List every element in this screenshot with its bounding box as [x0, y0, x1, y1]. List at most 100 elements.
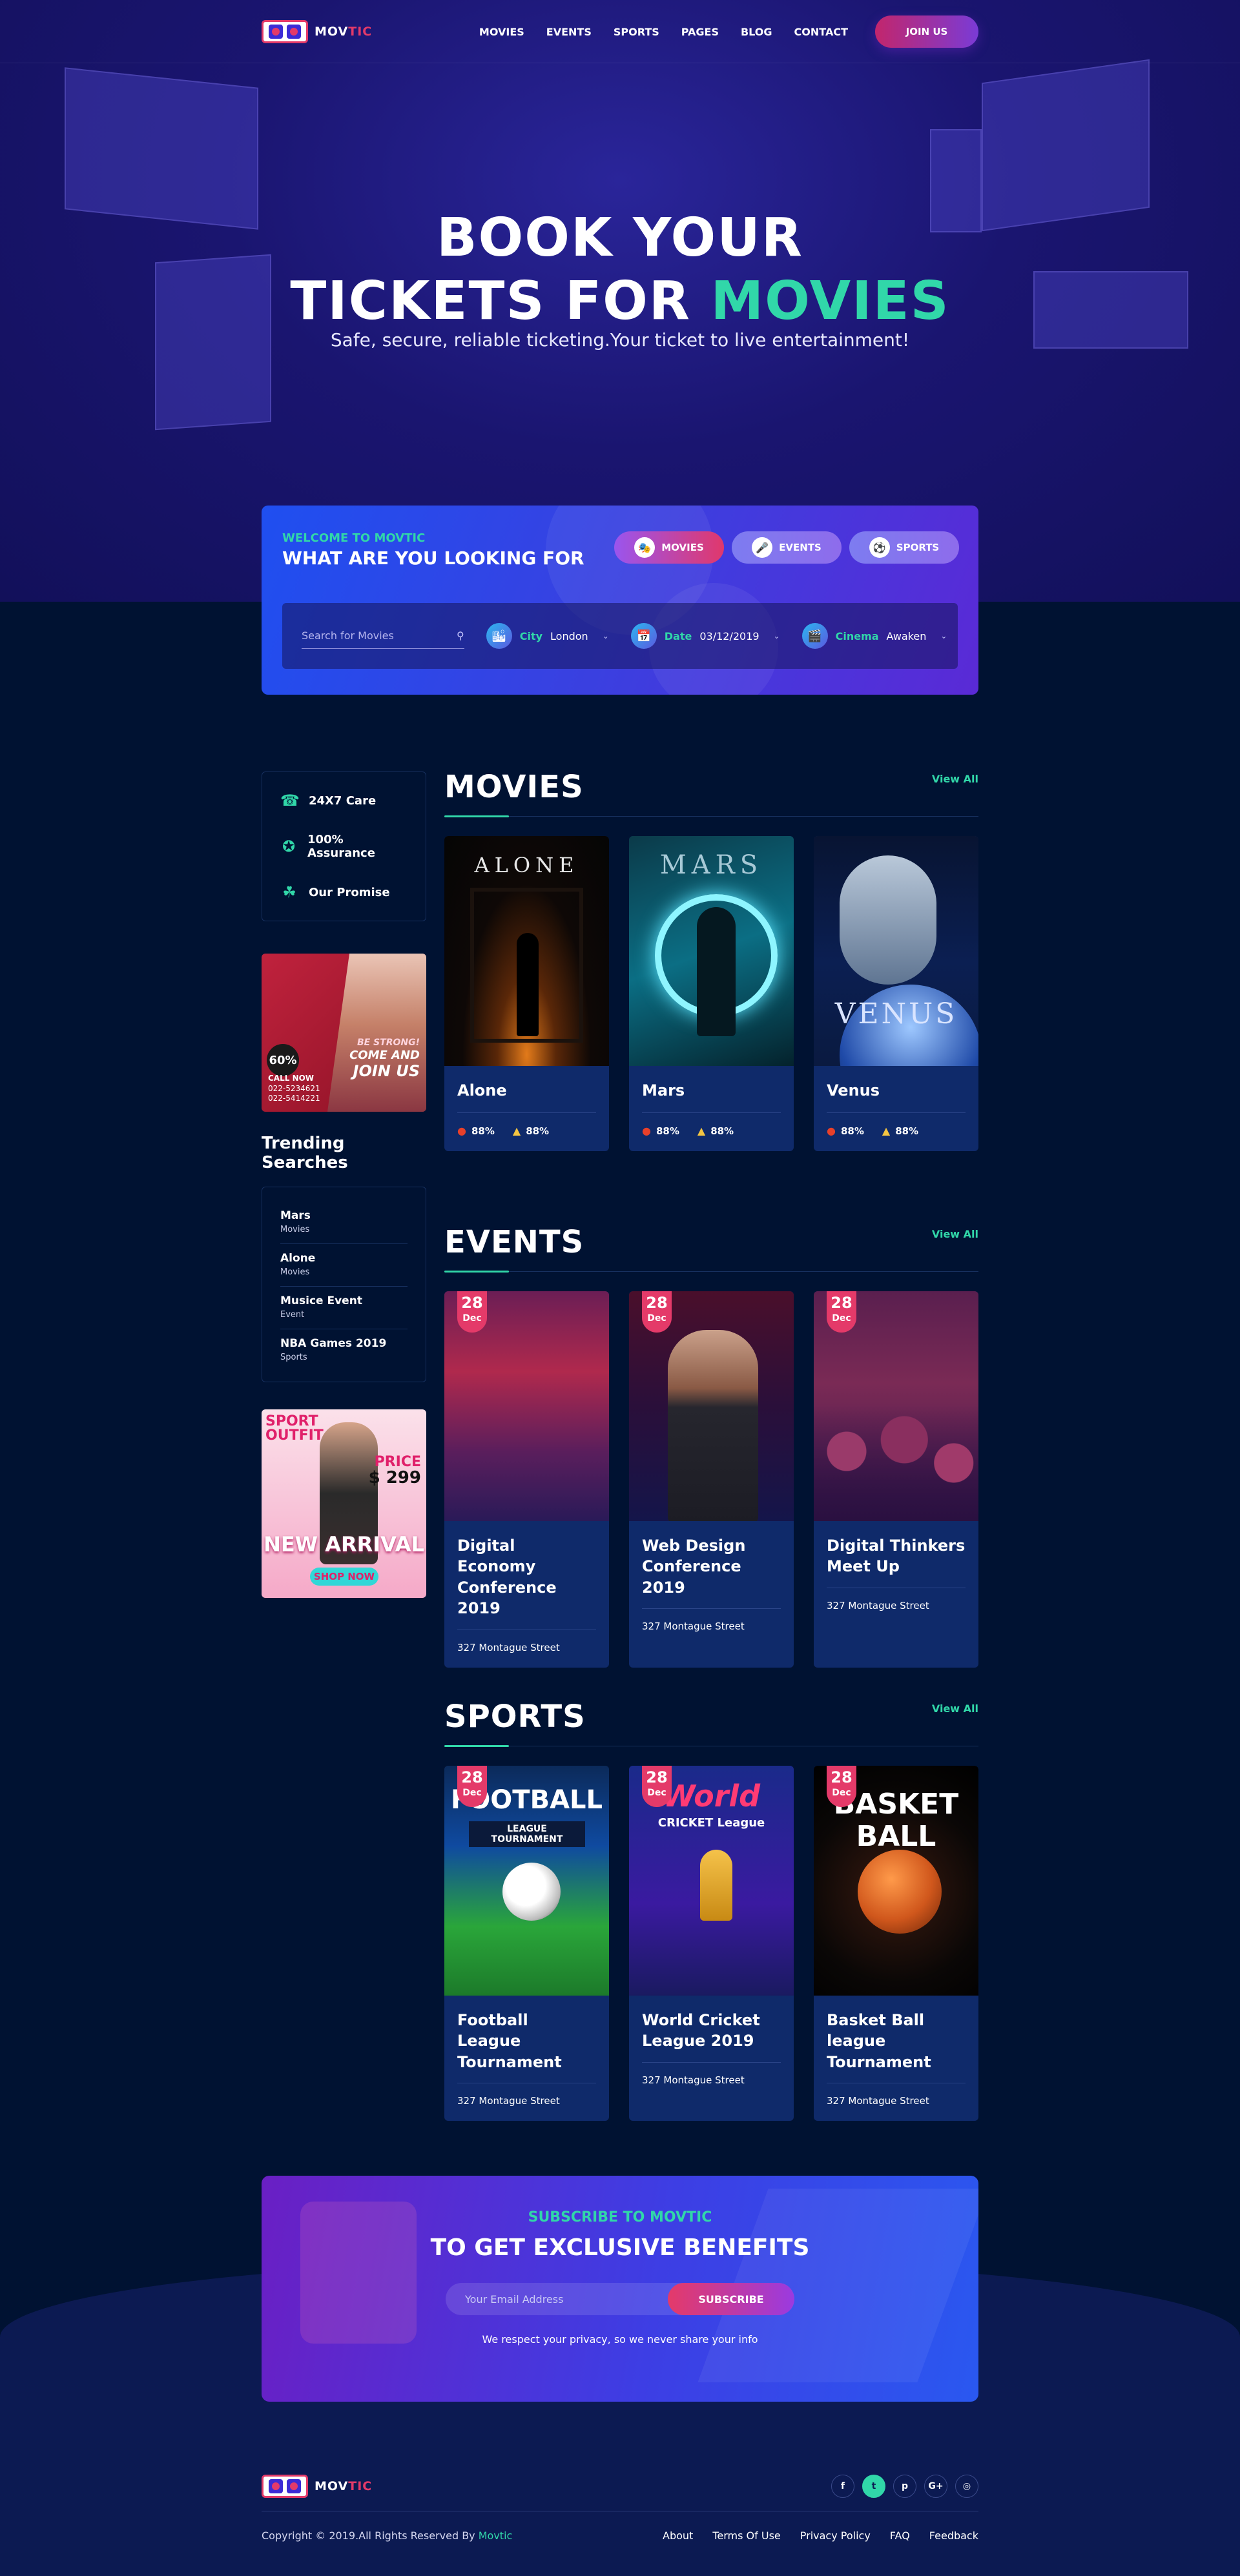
copyright-brand-link[interactable]: Movtic [479, 2530, 513, 2542]
newsletter-pretitle: SUBSCRIBE TO MOVTIC [528, 2209, 712, 2225]
sport-poster[interactable]: BASKET BALL 28 Dec [814, 1766, 978, 1996]
facebook-icon[interactable]: f [831, 2474, 854, 2498]
shop-now-button[interactable]: SHOP NOW [310, 1568, 378, 1586]
event-card[interactable]: 28 Dec Digital Economy Conference 2019 32… [444, 1291, 609, 1668]
cinema-value: Awaken [886, 629, 927, 642]
trending-item[interactable]: Mars Movies [280, 1201, 408, 1244]
movie-poster[interactable]: VENUS [814, 836, 978, 1066]
event-title[interactable]: Digital Thinkers Meet Up [827, 1535, 966, 1577]
event-card[interactable]: 28 Dec Web Design Conference 2019 327 Mon… [629, 1291, 794, 1668]
sport-cards: FOOTBALL LEAGUE TOURNAMENT 28 Dec Footbal… [444, 1766, 978, 2121]
tab-sports[interactable]: ⚽ SPORTS [849, 531, 959, 564]
city-icon: 🏙 [486, 623, 512, 649]
movie-poster[interactable]: ALONE [444, 836, 609, 1066]
sport-card[interactable]: FOOTBALL LEAGUE TOURNAMENT 28 Dec Footbal… [444, 1766, 609, 2121]
sport-title[interactable]: World Cricket League 2019 [642, 2010, 781, 2052]
sport-title[interactable]: Football League Tournament [457, 2010, 596, 2072]
cinema-icon: 🎬 [801, 623, 828, 649]
nav-contact[interactable]: CONTACT [794, 26, 848, 38]
nav-pages[interactable]: PAGES [681, 26, 719, 38]
discount-badge: 60% [267, 1044, 299, 1076]
calendar-icon: 📅 [630, 623, 657, 649]
email-input[interactable] [446, 2293, 668, 2305]
event-image[interactable]: 28 Dec [629, 1291, 794, 1521]
city-select[interactable]: 🏙 City London ⌄ [486, 623, 609, 649]
search-field-wrap: ⚲ [302, 623, 464, 649]
section-header: SPORTS View All [444, 1699, 978, 1747]
date-label: Date [664, 629, 692, 642]
nav-events[interactable]: EVENTS [546, 26, 592, 38]
sport-card[interactable]: World CRICKET League 28 Dec World Cricket… [629, 1766, 794, 2121]
section-header: EVENTS View All [444, 1227, 978, 1273]
movie-cards: ALONE Alone ● 88% ▲ 88% MARS Mars ● 88% … [444, 836, 978, 1152]
event-image[interactable]: 28 Dec [444, 1291, 609, 1521]
popcorn-icon: ▲ [697, 1125, 706, 1138]
footer-logo[interactable]: MOVTIC [262, 2474, 372, 2498]
footer-link-privacy[interactable]: Privacy Policy [800, 2530, 871, 2542]
subscribe-button[interactable]: SUBSCRIBE [668, 2283, 794, 2315]
copyright: Copyright © 2019.All Rights Reserved By … [262, 2530, 513, 2542]
movie-card[interactable]: VENUS Venus ● 88% ▲ 88% [814, 836, 978, 1152]
trending-title: Trending Searches [262, 1134, 348, 1172]
section-title: MOVIES [444, 769, 584, 805]
event-card[interactable]: 28 Dec Digital Thinkers Meet Up 327 Monta… [814, 1291, 978, 1668]
tab-events[interactable]: 🎤 EVENTS [732, 531, 842, 564]
sport-title[interactable]: Basket Ball league Tournament [827, 2010, 966, 2072]
view-all-link[interactable]: View All [932, 773, 978, 785]
movie-card[interactable]: ALONE Alone ● 88% ▲ 88% [444, 836, 609, 1152]
event-address: 327 Montague Street [827, 1587, 966, 1611]
sport-poster[interactable]: FOOTBALL LEAGUE TOURNAMENT 28 Dec [444, 1766, 609, 1996]
event-address: 327 Montague Street [642, 1608, 781, 1632]
search-input[interactable] [302, 629, 457, 642]
trending-item[interactable]: NBA Games 2019 Sports [280, 1329, 408, 1371]
nav-sports[interactable]: SPORTS [614, 26, 659, 38]
hero-screen-right [982, 59, 1150, 232]
cinema-select[interactable]: 🎬 Cinema Awaken ⌄ [801, 623, 947, 649]
movie-title[interactable]: Mars [642, 1080, 781, 1101]
nav-movies[interactable]: MOVIES [479, 26, 524, 38]
popcorn-icon: ▲ [882, 1125, 891, 1138]
event-image[interactable]: 28 Dec [814, 1291, 978, 1521]
trending-item[interactable]: Alone Movies [280, 1244, 408, 1287]
sports-section: SPORTS View All FOOTBALL LEAGUE TOURNAME… [444, 1701, 978, 2121]
search-icon[interactable]: ⚲ [457, 629, 464, 642]
trending-item[interactable]: Musice Event Event [280, 1287, 408, 1329]
sport-poster[interactable]: World CRICKET League 28 Dec [629, 1766, 794, 1996]
event-title[interactable]: Digital Economy Conference 2019 [457, 1535, 596, 1619]
trophy-icon [700, 1850, 732, 1921]
microphone-icon: 🎤 [752, 537, 773, 558]
view-all-link[interactable]: View All [932, 1702, 978, 1715]
google-plus-icon[interactable]: G+ [924, 2474, 947, 2498]
movie-poster[interactable]: MARS [629, 836, 794, 1066]
ticket-icon: 🎭 [634, 537, 656, 558]
view-all-link[interactable]: View All [932, 1228, 978, 1240]
instagram-icon[interactable]: ◎ [955, 2474, 978, 2498]
footer-link-terms[interactable]: Terms Of Use [712, 2530, 780, 2542]
footer-link-about[interactable]: About [663, 2530, 693, 2542]
gym-advert-banner[interactable]: 60% BE STRONG! COME AND JOIN US CALL NOW… [262, 954, 426, 1112]
movie-title[interactable]: Venus [827, 1080, 966, 1101]
pinterest-icon[interactable]: p [893, 2474, 916, 2498]
newsletter-title: TO GET EXCLUSIVE BENEFITS [430, 2234, 810, 2261]
advert-heading: SPORT OUTFIT [265, 1413, 324, 1444]
tab-movies[interactable]: 🎭 MOVIES [614, 531, 724, 564]
twitter-icon[interactable]: t [862, 2474, 885, 2498]
events-section: EVENTS View All 28 Dec Digital Economy Co… [444, 1227, 978, 1668]
sport-outfit-advert[interactable]: SPORT OUTFIT PRICE $ 299 NEW ARRIVAL SHOP … [262, 1409, 426, 1598]
logo[interactable]: MOVTIC [262, 20, 372, 43]
privacy-note: We respect your privacy, so we never sha… [482, 2333, 758, 2346]
movie-title[interactable]: Alone [457, 1080, 596, 1101]
movie-card[interactable]: MARS Mars ● 88% ▲ 88% [629, 836, 794, 1152]
footer-link-feedback[interactable]: Feedback [929, 2530, 978, 2542]
date-select[interactable]: 📅 Date 03/12/2019 ⌄ [630, 623, 780, 649]
footer-link-faq[interactable]: FAQ [890, 2530, 910, 2542]
join-us-button[interactable]: JOIN US [875, 15, 978, 48]
section-title: SPORTS [444, 1699, 586, 1735]
sport-card[interactable]: BASKET BALL 28 Dec Basket Ball league Tou… [814, 1766, 978, 2121]
event-title[interactable]: Web Design Conference 2019 [642, 1535, 781, 1598]
sport-address: 327 Montague Street [642, 2061, 781, 2086]
logo-icon [262, 20, 308, 43]
city-label: City [519, 629, 543, 642]
date-badge: 28 Dec [457, 1291, 487, 1333]
nav-blog[interactable]: BLOG [741, 26, 772, 38]
